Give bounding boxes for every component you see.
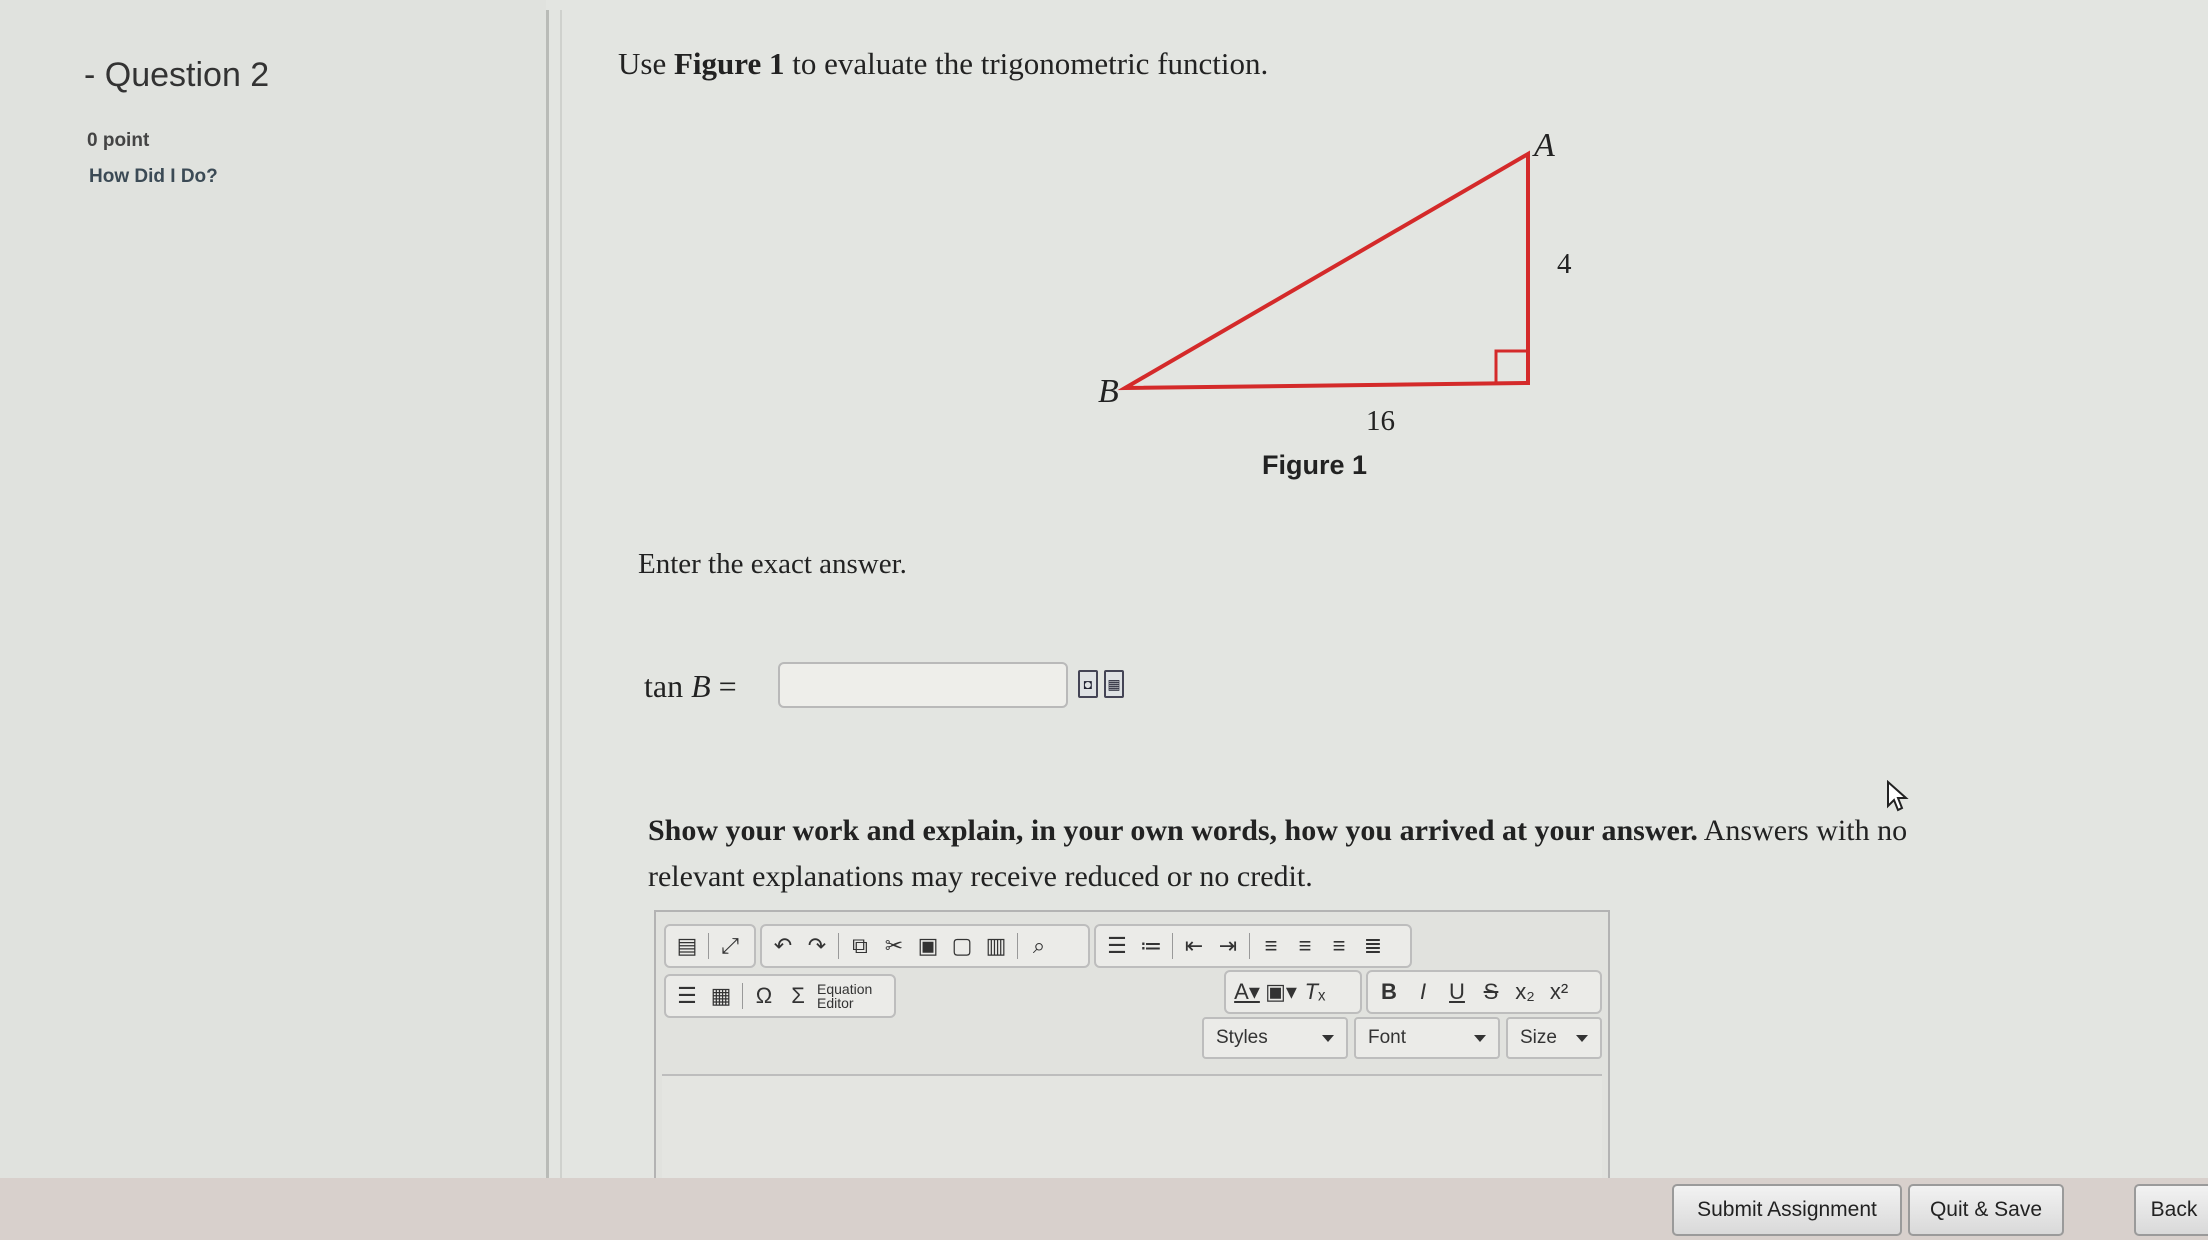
- rich-text-editor: ▤ ⤢ ↶ ↷ ⧉ ✂ ▣ ▢ ▥ ⌕ ☰ ≔ ⇤ ⇥ ≡ ≡ ≡ ≣ ☰ ▦ …: [654, 910, 1610, 1200]
- work-instructions-bold: Show your work and explain, in your own …: [648, 814, 1698, 847]
- size-dropdown[interactable]: Size: [1506, 1017, 1602, 1059]
- toolbar-separator: [1017, 933, 1018, 959]
- paste-text-icon[interactable]: ▢: [947, 929, 977, 963]
- maximize-icon[interactable]: ⤢: [715, 929, 745, 963]
- toolbar-separator: [742, 983, 743, 1009]
- align-left-icon[interactable]: ≡: [1256, 929, 1286, 963]
- prompt-figure-ref: Figure 1: [673, 46, 785, 81]
- right-angle-marker: [1494, 349, 1530, 385]
- styles-dropdown-label: Styles: [1216, 1027, 1268, 1048]
- bold-icon[interactable]: B: [1374, 975, 1404, 1009]
- mouse-pointer-icon: [1887, 780, 1909, 812]
- figure-caption: Figure 1: [1262, 450, 1368, 480]
- italic-icon[interactable]: I: [1408, 975, 1438, 1009]
- triangle-shape: [1117, 150, 1530, 391]
- answer-label-eq: =: [710, 668, 737, 704]
- side-horizontal-label: 16: [1366, 405, 1395, 437]
- font-dropdown-label: Font: [1368, 1027, 1407, 1048]
- question-points: 0 point: [87, 130, 150, 151]
- align-center-icon[interactable]: ≡: [1290, 929, 1320, 963]
- equation-editor-line1: Equation: [817, 981, 873, 997]
- panel-divider: [546, 10, 549, 1190]
- paste-word-icon[interactable]: ▥: [981, 929, 1011, 963]
- toolbar-view-group: ▤ ⤢: [664, 924, 756, 968]
- answer-label-func: tan: [644, 668, 692, 704]
- copy-icon[interactable]: ⧉: [845, 929, 875, 963]
- question-sidebar: - Question 2 0 point How Did I Do?: [0, 0, 546, 1190]
- underline-icon[interactable]: U: [1442, 975, 1472, 1009]
- instruction-text: Enter the exact answer.: [638, 548, 907, 580]
- remove-format-icon[interactable]: Tₓ: [1300, 975, 1330, 1009]
- chevron-down-icon: [1576, 1034, 1588, 1042]
- vertex-a-label: A: [1532, 127, 1555, 164]
- question-prompt: Use Figure 1 to evaluate the trigonometr…: [618, 46, 1268, 82]
- styles-dropdown[interactable]: Styles: [1202, 1017, 1348, 1059]
- toolbar-separator: [1249, 933, 1250, 959]
- horizontal-rule-icon[interactable]: ☰: [672, 979, 702, 1013]
- strikethrough-icon[interactable]: S: [1476, 975, 1506, 1009]
- quit-save-button[interactable]: Quit & Save: [1908, 1184, 2064, 1236]
- align-right-icon[interactable]: ≡: [1324, 929, 1354, 963]
- toolbar-separator: [708, 933, 709, 959]
- table-icon[interactable]: ▦: [706, 979, 736, 1013]
- indent-icon[interactable]: ⇥: [1213, 929, 1243, 963]
- align-justify-icon[interactable]: ≣: [1358, 929, 1388, 963]
- superscript-icon[interactable]: x²: [1544, 975, 1574, 1009]
- chevron-down-icon: [1322, 1034, 1334, 1042]
- toolbar-edit-group: ↶ ↷ ⧉ ✂ ▣ ▢ ▥ ⌕: [760, 924, 1090, 968]
- paste-icon[interactable]: ▣: [913, 929, 943, 963]
- answer-label: tan B =: [644, 668, 737, 705]
- special-char-icon[interactable]: Ω: [749, 979, 779, 1013]
- question-title: - Question 2: [84, 56, 270, 94]
- source-icon[interactable]: ▤: [672, 929, 702, 963]
- answer-label-var: B: [691, 668, 711, 704]
- toolbar-color-group: A▾ ▣▾ Tₓ: [1224, 970, 1362, 1014]
- toolbar-separator: [1172, 933, 1173, 959]
- background-color-icon[interactable]: ▣▾: [1265, 975, 1297, 1009]
- text-color-icon[interactable]: A▾: [1232, 975, 1262, 1009]
- chevron-down-icon: [1474, 1034, 1486, 1042]
- answer-input[interactable]: [778, 662, 1068, 708]
- font-dropdown[interactable]: Font: [1354, 1017, 1500, 1059]
- find-icon[interactable]: ⌕: [1024, 929, 1054, 963]
- outdent-icon[interactable]: ⇤: [1179, 929, 1209, 963]
- question-content: Use Figure 1 to evaluate the trigonometr…: [600, 0, 2208, 1200]
- bullet-list-icon[interactable]: ≔: [1136, 929, 1166, 963]
- triangle-figure: A B 4 16: [1098, 127, 1572, 437]
- sigma-icon[interactable]: Σ: [783, 979, 813, 1013]
- toolbar-paragraph-group: ☰ ≔ ⇤ ⇥ ≡ ≡ ≡ ≣: [1094, 924, 1412, 968]
- toolbar-format-group: B I U S x₂ x²: [1366, 970, 1602, 1014]
- math-palette-icon[interactable]: ◘: [1078, 670, 1098, 698]
- work-instructions: Show your work and explain, in your own …: [648, 808, 1998, 900]
- panel-divider-shadow: [560, 10, 562, 1190]
- toolbar-separator: [838, 933, 839, 959]
- how-did-i-do-link[interactable]: How Did I Do?: [89, 166, 218, 188]
- submit-assignment-button[interactable]: Submit Assignment: [1672, 1184, 1902, 1236]
- numbered-list-icon[interactable]: ☰: [1102, 929, 1132, 963]
- side-vertical-label: 4: [1557, 248, 1572, 280]
- answer-preview-icon[interactable]: ▦: [1104, 670, 1124, 698]
- redo-icon[interactable]: ↷: [802, 929, 832, 963]
- prompt-prefix: Use: [618, 46, 674, 81]
- vertex-b-label: B: [1098, 373, 1119, 410]
- equation-editor-button[interactable]: Equation Editor: [817, 982, 872, 1010]
- toolbar-insert-group: ☰ ▦ Ω Σ Equation Editor: [664, 974, 896, 1018]
- undo-icon[interactable]: ↶: [768, 929, 798, 963]
- size-dropdown-label: Size: [1520, 1027, 1557, 1048]
- back-button[interactable]: Back: [2134, 1184, 2208, 1236]
- subscript-icon[interactable]: x₂: [1510, 975, 1540, 1009]
- cut-icon[interactable]: ✂: [879, 929, 909, 963]
- prompt-suffix: to evaluate the trigonometric function.: [784, 46, 1269, 81]
- equation-editor-line2: Editor: [817, 995, 854, 1011]
